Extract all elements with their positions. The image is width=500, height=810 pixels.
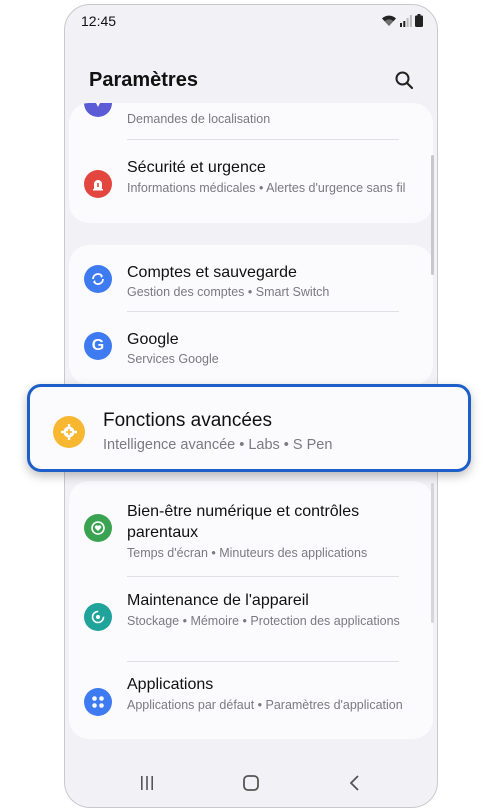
settings-item-wellbeing[interactable]: Bien-être numérique et contrôles parenta… (69, 481, 433, 573)
settings-item-security[interactable]: Sécurité et urgence Informations médical… (69, 140, 433, 223)
settings-item-google[interactable]: G Google Services Google (69, 312, 433, 382)
search-icon (395, 71, 414, 90)
wellbeing-subtitle: Temps d'écran • Minuteurs des applicatio… (127, 546, 368, 560)
heart-circle-icon (84, 514, 112, 542)
page-title: Paramètres (89, 69, 198, 91)
recents-button[interactable] (135, 771, 159, 795)
gear-plus-icon (53, 416, 85, 448)
advanced-subtitle: Intelligence avancée • Labs • S Pen (103, 437, 333, 453)
battery-icon (415, 14, 423, 32)
settings-item-accounts[interactable]: Comptes et sauvegarde Gestion des compte… (69, 245, 433, 311)
wellbeing-title: Bien-être numérique et contrôles parenta… (127, 503, 360, 541)
home-button[interactable] (239, 771, 263, 795)
settings-item-location[interactable]: Demandes de localisation (69, 103, 433, 137)
location-subtitle: Demandes de localisation (127, 112, 271, 126)
maintenance-title: Maintenance de l'appareil (127, 592, 309, 609)
security-subtitle: Informations médicales • Alertes d'urgen… (127, 181, 406, 195)
status-icons (381, 14, 423, 32)
applications-subtitle: Applications par défaut • Paramètres d'a… (127, 698, 403, 712)
maintenance-icon (84, 603, 112, 631)
recents-icon (141, 776, 153, 790)
signal-icon (400, 14, 412, 32)
accounts-title: Comptes et sauvegarde (127, 264, 297, 281)
apps-icon (84, 688, 112, 716)
scrollbar-lower (431, 483, 434, 623)
advanced-title: Fonctions avancées (103, 410, 272, 431)
security-title: Sécurité et urgence (127, 159, 266, 176)
accounts-subtitle: Gestion des comptes • Smart Switch (127, 285, 330, 299)
google-subtitle: Services Google (127, 352, 219, 366)
settings-item-advanced-features[interactable]: Fonctions avancées Intelligence avancée … (27, 384, 471, 472)
navigation-bar (65, 757, 437, 807)
status-time: 12:45 (81, 13, 117, 29)
location-icon (84, 103, 112, 117)
settings-group-privacy: Demandes de localisation Sécurité et urg… (69, 103, 433, 223)
status-bar: 12:45 (65, 5, 437, 41)
sync-icon (84, 265, 112, 293)
emergency-icon (84, 170, 112, 198)
settings-group-accounts: Comptes et sauvegarde Gestion des compte… (69, 245, 433, 385)
scrollbar[interactable] (431, 155, 434, 275)
settings-group-system: Bien-être numérique et contrôles parenta… (69, 481, 433, 739)
maintenance-subtitle: Stockage • Mémoire • Protection des appl… (127, 614, 400, 628)
google-icon: G (84, 332, 112, 360)
wifi-icon (381, 14, 397, 32)
home-icon (243, 775, 259, 791)
back-icon (349, 775, 359, 791)
google-title: Google (127, 331, 179, 348)
applications-title: Applications (127, 676, 214, 693)
back-button[interactable] (343, 771, 367, 795)
search-button[interactable] (391, 67, 417, 93)
settings-item-maintenance[interactable]: Maintenance de l'appareil Stockage • Mém… (69, 577, 433, 661)
settings-item-applications[interactable]: Applications Applications par défaut • P… (69, 662, 433, 739)
